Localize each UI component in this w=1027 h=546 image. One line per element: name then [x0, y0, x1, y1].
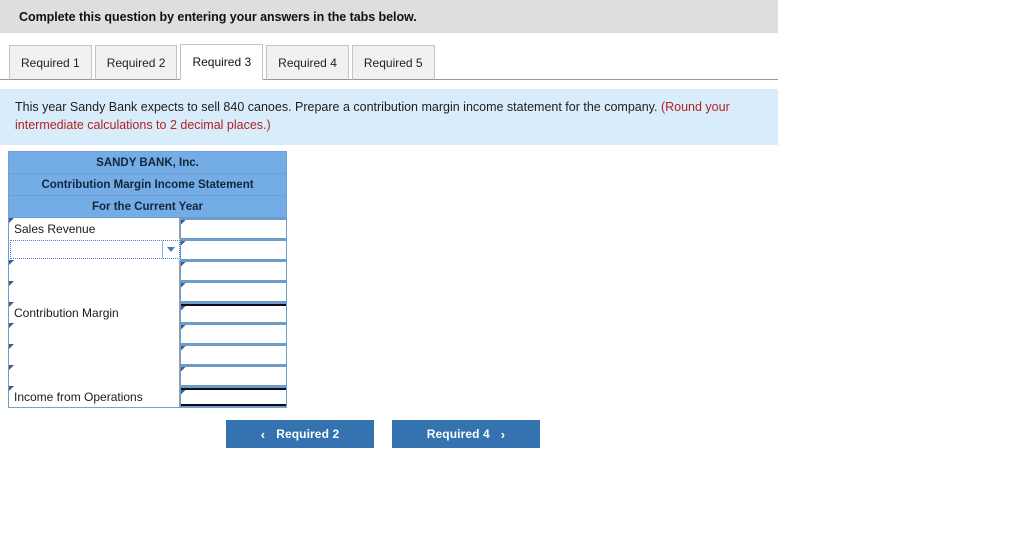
tab-required-5[interactable]: Required 5	[351, 45, 435, 80]
statement-value-input[interactable]	[181, 240, 286, 259]
statement-title: SANDY BANK, Inc.	[8, 151, 287, 174]
statement-value-cell	[180, 323, 287, 344]
statement-row	[8, 281, 287, 302]
statement-label-cell	[8, 239, 181, 260]
navigation-row: ‹ Required 2 Required 4 ›	[0, 420, 1027, 448]
statement-value-input[interactable]	[181, 219, 286, 238]
statement-label-input[interactable]: Contribution Margin	[9, 302, 180, 323]
statement-label-cell	[8, 260, 181, 281]
statement-label-input[interactable]	[9, 323, 180, 344]
statement-label-cell	[8, 281, 181, 302]
account-select[interactable]	[10, 240, 180, 259]
statement-title-row: Contribution Margin Income Statement	[8, 173, 287, 196]
statement-label-input[interactable]	[9, 365, 180, 386]
statement-label-input[interactable]	[9, 344, 180, 365]
statement-label-cell	[8, 323, 181, 344]
tab-required-1[interactable]: Required 1	[9, 45, 92, 80]
statement-row	[8, 239, 287, 260]
tab-label: Required 5	[363, 55, 423, 70]
cell-corner-marker-icon	[181, 366, 186, 372]
statement-value-input[interactable]	[181, 261, 286, 280]
statement-row: Income from Operations	[8, 386, 287, 408]
tab-required-2[interactable]: Required 2	[94, 45, 178, 80]
statement-value-input[interactable]	[181, 324, 286, 343]
statement-value-input[interactable]	[181, 345, 286, 364]
instruction-bar: Complete this question by entering your …	[0, 0, 778, 33]
cell-corner-marker-icon	[9, 365, 14, 370]
cell-corner-marker-icon	[181, 240, 186, 246]
tab-required-4[interactable]: Required 4	[266, 45, 349, 80]
statement-label-input[interactable]: Income from Operations	[9, 386, 180, 407]
tab-label: Required 3	[192, 55, 252, 69]
statement-title: For the Current Year	[8, 195, 287, 218]
statement-label-input[interactable]	[9, 260, 180, 281]
statement-label-input[interactable]	[9, 281, 180, 302]
statement-value-cell	[180, 281, 287, 302]
statement-label-cell	[8, 344, 181, 365]
statement-value-input[interactable]	[181, 366, 286, 385]
cell-corner-marker-icon	[9, 281, 14, 286]
prev-required-label: Required 2	[276, 427, 340, 441]
next-required-button[interactable]: Required 4 ›	[392, 420, 540, 448]
next-required-label: Required 4	[426, 427, 490, 441]
cell-corner-marker-icon	[9, 260, 14, 265]
cell-corner-marker-icon	[181, 345, 186, 351]
statement-value-cell	[180, 386, 287, 408]
statement-label-cell: Sales Revenue	[8, 217, 181, 239]
statement-value-input[interactable]	[181, 282, 286, 301]
statement-row: Contribution Margin	[8, 302, 287, 323]
cell-corner-marker-icon	[181, 261, 186, 267]
statement-title-row: For the Current Year	[8, 195, 287, 218]
statement-label-text: Income from Operations	[14, 389, 143, 404]
prev-required-button[interactable]: ‹ Required 2	[226, 420, 374, 448]
statement-value-cell	[180, 239, 287, 260]
statement-value-input[interactable]	[181, 387, 286, 406]
statement-row	[8, 344, 287, 365]
statement-area: SANDY BANK, Inc. Contribution Margin Inco…	[0, 145, 1027, 408]
statement-row	[8, 365, 287, 386]
question-text: This year Sandy Bank expects to sell 840…	[15, 100, 658, 114]
cell-corner-marker-icon	[181, 219, 186, 225]
statement-label-cell: Income from Operations	[8, 386, 181, 408]
statement-label-text: Sales Revenue	[14, 221, 96, 236]
statement-label-text: Contribution Margin	[14, 305, 119, 320]
statement-row	[8, 323, 287, 344]
chevron-left-icon: ‹	[260, 426, 266, 442]
statement-value-cell	[180, 260, 287, 281]
contribution-margin-income-statement-table: SANDY BANK, Inc. Contribution Margin Inco…	[8, 151, 287, 408]
statement-row	[8, 260, 287, 281]
cell-corner-marker-icon	[181, 305, 186, 311]
question-banner: This year Sandy Bank expects to sell 840…	[0, 89, 778, 145]
statement-value-cell	[180, 365, 287, 386]
cell-corner-marker-icon	[9, 323, 14, 328]
tab-list: Required 1 Required 2 Required 3 Required 4…	[9, 44, 438, 80]
account-select-value	[11, 241, 162, 258]
tab-label: Required 1	[21, 55, 80, 70]
tab-label: Required 2	[106, 55, 166, 70]
statement-value-cell	[180, 217, 287, 239]
statement-value-cell	[180, 302, 287, 323]
cell-corner-marker-icon	[181, 389, 186, 395]
tab-label: Required 4	[278, 55, 337, 70]
statement-value-input[interactable]	[181, 303, 286, 322]
cell-corner-marker-icon	[181, 324, 186, 330]
statement-label-cell: Contribution Margin	[8, 302, 181, 323]
statement-title-row: SANDY BANK, Inc.	[8, 151, 287, 174]
chevron-right-icon: ›	[500, 426, 506, 442]
statement-label-input[interactable]: Sales Revenue	[9, 218, 180, 239]
tab-bar: Required 1 Required 2 Required 3 Required 4…	[0, 33, 778, 89]
statement-row: Sales Revenue	[8, 217, 287, 239]
chevron-down-icon[interactable]	[162, 241, 179, 258]
statement-title: Contribution Margin Income Statement	[8, 173, 287, 196]
tab-required-3[interactable]: Required 3	[180, 44, 264, 80]
statement-label-cell	[8, 365, 181, 386]
cell-corner-marker-icon	[9, 344, 14, 349]
statement-value-cell	[180, 344, 287, 365]
chevron-down-glyph	[167, 247, 175, 252]
instruction-text: Complete this question by entering your …	[19, 9, 417, 24]
cell-corner-marker-icon	[181, 282, 186, 288]
